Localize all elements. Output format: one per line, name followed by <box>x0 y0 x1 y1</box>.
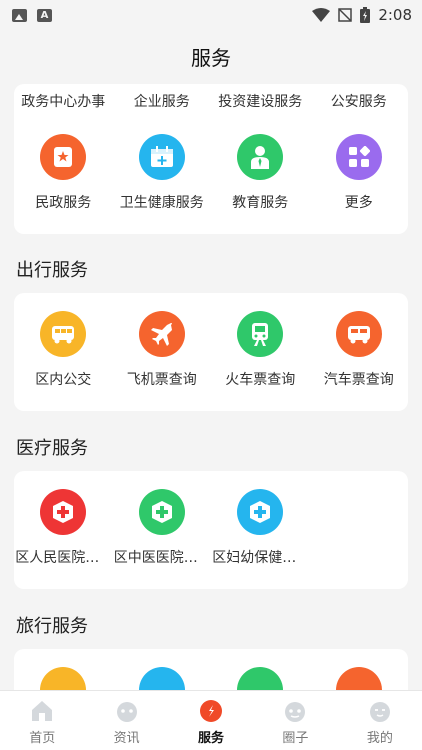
service-link-police[interactable]: 公安服务 <box>310 91 409 111</box>
page-title: 服务 <box>191 46 231 70</box>
profile-icon <box>369 702 390 722</box>
no-signal-icon <box>338 8 353 22</box>
service-label: 更多 <box>344 195 373 211</box>
coach-icon <box>335 311 382 357</box>
calendar-plus-icon <box>138 134 185 180</box>
top-services-card: 政务中心办事 企业服务 投资建设服务 公安服务 民政服务 卫生健康服务 教育服务 <box>14 84 408 234</box>
grid-more-icon <box>335 134 382 180</box>
tab-profile[interactable]: 我的 <box>338 691 422 750</box>
service-link-investment[interactable]: 投资建设服务 <box>211 91 310 111</box>
service-label: 汽车票查询 <box>323 372 394 388</box>
service-label: 教育服务 <box>232 195 289 211</box>
service-label: 区人民医院预约挂号 <box>15 550 111 566</box>
section-title-travel: 出行服务 <box>16 260 88 281</box>
badge-icon <box>40 134 87 180</box>
tab-services[interactable]: 服务 <box>169 691 253 750</box>
train-icon <box>237 311 284 357</box>
tab-label: 资讯 <box>113 731 140 746</box>
service-more[interactable]: 更多 <box>310 134 409 212</box>
service-label: 火车票查询 <box>225 372 296 388</box>
hospital-cross-icon <box>40 489 87 535</box>
wifi-icon <box>312 8 331 22</box>
service-label: 区中医医院预约挂号 <box>113 550 210 566</box>
medical-services-card: 区人民医院预约挂号 区中医医院预约挂号 区妇幼保健院预约挂号 <box>14 471 408 589</box>
hospital-cross-icon <box>138 489 185 535</box>
service-label: 卫生健康服务 <box>119 195 204 211</box>
tab-label: 首页 <box>29 731 56 746</box>
tab-label: 我的 <box>366 731 393 746</box>
airplane-icon <box>138 311 185 357</box>
service-maternal-hospital[interactable]: 区妇幼保健院预约挂号 <box>211 489 310 567</box>
app-notification-icon: A <box>37 8 52 22</box>
tab-label: 圈子 <box>282 731 309 746</box>
service-education[interactable]: 教育服务 <box>211 134 310 212</box>
service-people-hospital[interactable]: 区人民医院预约挂号 <box>14 489 113 567</box>
tab-label: 服务 <box>198 731 225 746</box>
clock: 2:08 <box>378 6 412 24</box>
service-icon <box>200 700 223 722</box>
service-label: 区妇幼保健院预约挂号 <box>212 550 309 566</box>
hospital-cross-icon <box>237 489 284 535</box>
section-title-medical: 医疗服务 <box>16 438 88 459</box>
circle-icon <box>285 702 306 722</box>
tab-home[interactable]: 首页 <box>0 691 84 750</box>
service-label: 飞机票查询 <box>126 372 197 388</box>
teacher-icon <box>237 134 284 180</box>
section-title-tourism: 旅行服务 <box>16 616 88 637</box>
service-coach-query[interactable]: 汽车票查询 <box>310 311 409 389</box>
news-icon <box>116 702 137 722</box>
travel-services-card: 区内公交 飞机票查询 火车票查询 汽车票查询 <box>14 293 408 411</box>
bus-icon <box>40 311 87 357</box>
service-label: 区内公交 <box>35 372 92 388</box>
service-local-bus[interactable]: 区内公交 <box>14 311 113 389</box>
service-tcm-hospital[interactable]: 区中医医院预约挂号 <box>113 489 212 567</box>
tab-news[interactable]: 资讯 <box>84 691 168 750</box>
service-train-query[interactable]: 火车票查询 <box>211 311 310 389</box>
service-health[interactable]: 卫生健康服务 <box>113 134 212 212</box>
status-bar: A 2:08 <box>0 0 422 30</box>
service-link-gov-center[interactable]: 政务中心办事 <box>14 91 113 111</box>
service-flight-query[interactable]: 飞机票查询 <box>113 311 212 389</box>
service-link-enterprise[interactable]: 企业服务 <box>113 91 212 111</box>
bottom-tab-bar: 首页 资讯 服务 圈子 我的 <box>0 690 422 750</box>
service-civil-affairs[interactable]: 民政服务 <box>14 134 113 212</box>
tab-circle[interactable]: 圈子 <box>253 691 337 750</box>
battery-charging-icon <box>360 7 371 23</box>
home-icon <box>32 701 53 721</box>
image-notification-icon <box>12 8 27 22</box>
service-label: 民政服务 <box>35 195 92 211</box>
